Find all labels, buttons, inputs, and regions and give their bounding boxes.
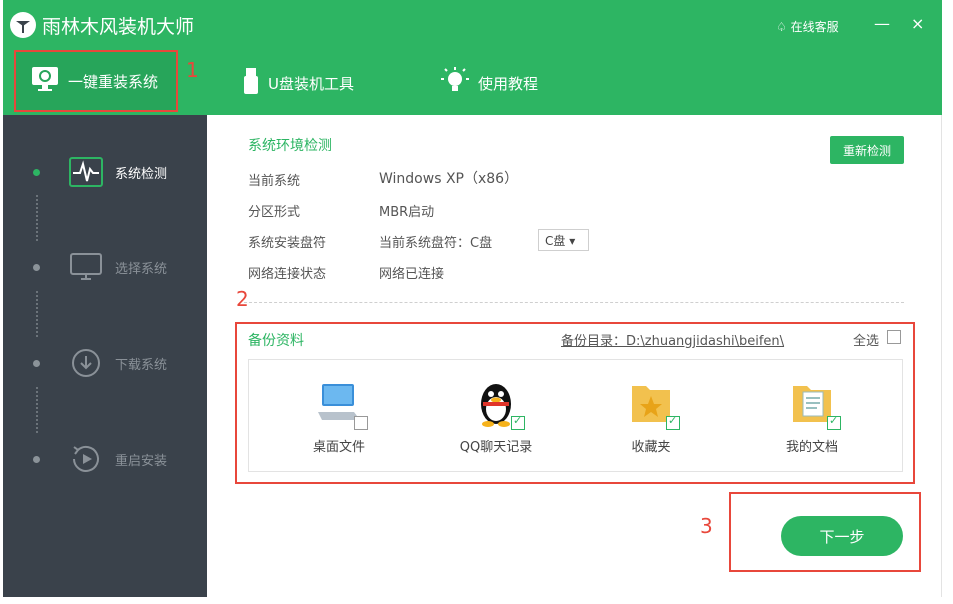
tab-label: 一键重装系统 <box>68 72 159 91</box>
step-label: 系统检测 <box>115 166 168 182</box>
online-support-button[interactable]: ♤ 在线客服 <box>776 18 839 35</box>
tab-label: U盘装机工具 <box>268 74 354 93</box>
restart-icon <box>69 444 103 474</box>
env-check-title: 系统环境检测 <box>248 138 332 154</box>
tab-usb-tool[interactable]: U盘装机工具 <box>242 58 354 108</box>
section-divider <box>244 302 904 303</box>
backup-title: 备份资料 <box>248 333 304 349</box>
sidebar: 系统检测 选择系统 下载系统 重启安装 <box>3 115 207 597</box>
app-title: 雨林木风装机大师 <box>42 16 195 38</box>
monitor-icon <box>69 252 103 282</box>
step-label: 下载系统 <box>115 357 168 373</box>
env-value-network: 网络已连接 <box>379 267 445 282</box>
tab-one-click-reinstall[interactable]: 一键重装系统 <box>14 50 178 112</box>
support-label: 在线客服 <box>790 20 839 34</box>
documents-folder-icon <box>787 378 841 430</box>
backup-item-qq-chat[interactable]: QQ聊天记录 <box>436 378 556 455</box>
backup-item-my-documents[interactable]: 我的文档 <box>752 378 872 455</box>
step-dot <box>33 168 40 176</box>
env-value-current-system: Windows XP（x86） <box>379 171 519 187</box>
monitor-refresh-icon <box>30 65 60 97</box>
env-label-install-drive: 系统安装盘符 <box>248 236 327 251</box>
step-dot <box>33 359 40 367</box>
env-label-partition: 分区形式 <box>248 205 301 220</box>
env-value-partition: MBR启动 <box>379 205 435 220</box>
backup-item-label: 收藏夹 <box>631 440 671 455</box>
next-step-button[interactable]: 下一步 <box>781 516 903 556</box>
annotation-number: 1 <box>186 58 199 82</box>
sidebar-step-restart-install[interactable]: 重启安装 <box>3 439 207 479</box>
tab-label: 使用教程 <box>478 74 539 93</box>
lightbulb-icon <box>440 66 470 100</box>
backup-item-label: QQ聊天记录 <box>459 440 533 455</box>
backup-item-desktop[interactable]: 桌面文件 <box>279 378 399 455</box>
env-label-network: 网络连接状态 <box>248 267 327 282</box>
backup-item-checkbox[interactable] <box>511 414 525 430</box>
step-dot <box>33 455 40 463</box>
heartbeat-icon <box>69 157 103 187</box>
sidebar-step-choose-system[interactable]: 选择系统 <box>3 247 207 287</box>
close-button[interactable]: × <box>911 14 924 33</box>
backup-item-checkbox[interactable] <box>827 414 841 430</box>
sidebar-step-download-system[interactable]: 下载系统 <box>3 343 207 383</box>
step-label: 重启安装 <box>115 453 168 469</box>
tab-tutorial[interactable]: 使用教程 <box>440 58 538 108</box>
recheck-button[interactable]: 重新检测 <box>830 136 904 164</box>
sidebar-step-system-check[interactable]: 系统检测 <box>3 152 207 192</box>
step-connector <box>36 291 38 337</box>
qq-penguin-icon <box>471 378 525 430</box>
annotation-number: 2 <box>236 287 249 311</box>
desktop-computer-icon <box>314 378 368 430</box>
backup-item-favorites[interactable]: 收藏夹 <box>591 378 711 455</box>
drive-select[interactable]: C盘 ▾ <box>538 229 589 251</box>
backup-item-label: 我的文档 <box>785 440 838 455</box>
backup-item-checkbox[interactable] <box>666 414 680 430</box>
minimize-button[interactable]: — <box>874 14 890 33</box>
step-connector <box>36 195 38 241</box>
app-logo-icon <box>10 12 36 38</box>
download-icon <box>69 348 103 378</box>
step-connector <box>36 387 38 433</box>
backup-item-label: 桌面文件 <box>312 440 365 455</box>
select-all-label: 全选 <box>853 334 880 349</box>
backup-item-checkbox[interactable] <box>354 416 368 430</box>
env-value-install-drive: 当前系统盘符：C盘 <box>379 236 493 251</box>
usb-icon <box>242 66 260 100</box>
annotation-number: 3 <box>700 514 713 538</box>
favorites-folder-icon <box>626 378 680 430</box>
step-dot <box>33 263 40 271</box>
select-all-checkbox[interactable] <box>887 330 901 344</box>
env-label-current-system: 当前系统 <box>248 174 301 189</box>
bell-icon: ♤ <box>776 20 787 34</box>
backup-directory-link[interactable]: 备份目录：D:\zhuangjidashi\beifen\ <box>561 330 784 349</box>
step-label: 选择系统 <box>115 261 168 277</box>
